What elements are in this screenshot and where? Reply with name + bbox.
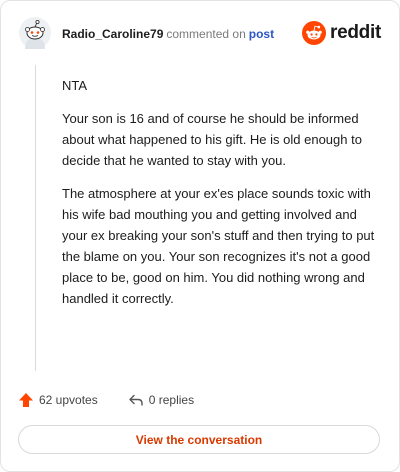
reply-arrow-icon [129, 394, 143, 406]
comment-paragraph: Your son is 16 and of course he should b… [62, 111, 362, 168]
avatar[interactable] [19, 17, 51, 49]
reddit-logo[interactable]: reddit [302, 21, 381, 45]
username[interactable]: Radio_Caroline79 [62, 27, 163, 41]
comment-paragraph: NTA [62, 78, 88, 93]
comment-header: Radio_Caroline79 commented on post reddit [1, 1, 399, 67]
view-conversation-button[interactable]: View the conversation [18, 425, 380, 454]
upvote-arrow-icon[interactable] [18, 392, 34, 408]
comment-actions: 62 upvotes 0 replies [18, 390, 194, 410]
comment-body: NTA Your son is 16 and of course he shou… [62, 75, 382, 321]
upvote-count: 62 upvotes [39, 393, 98, 407]
reddit-snoo-icon [302, 21, 327, 45]
comment-paragraph: The atmosphere at your ex'es place sound… [62, 186, 375, 306]
upvote-button[interactable]: 62 upvotes [18, 392, 98, 408]
thread-line [35, 65, 36, 371]
comment-card: Radio_Caroline79 commented on post reddit … [0, 0, 400, 472]
post-link[interactable]: post [249, 27, 274, 41]
brand-wordmark: reddit [330, 22, 381, 43]
replies-button[interactable]: 0 replies [128, 392, 194, 408]
commented-on-label: commented on [166, 27, 246, 41]
comment-meta: Radio_Caroline79 commented on post [62, 27, 274, 41]
reply-count: 0 replies [148, 393, 195, 407]
